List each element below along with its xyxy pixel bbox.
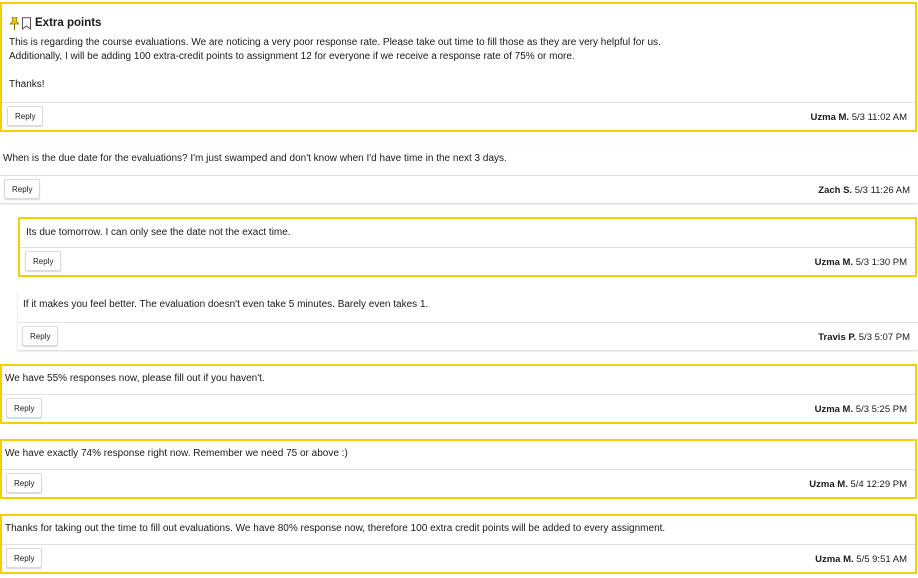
post-footer: Reply Uzma M. 5/3 11:02 AM xyxy=(2,102,915,130)
author-name: Travis P. xyxy=(818,332,857,343)
post-meta: Uzma M. 5/3 5:25 PM xyxy=(815,404,907,415)
post-footer: Reply Uzma M. 5/4 12:29 PM xyxy=(2,469,915,497)
pin-icon xyxy=(9,16,20,30)
post-timestamp: 5/4 12:29 PM xyxy=(850,479,907,490)
reply-button[interactable]: Reply xyxy=(4,179,41,199)
discussion-thread: Extra points This is regarding the cours… xyxy=(0,0,918,578)
reply-post: Its due tomorrow. I can only see the dat… xyxy=(18,217,917,277)
post-body: This is regarding the course evaluations… xyxy=(9,37,661,90)
post-title-row: Extra points xyxy=(9,15,907,31)
post-footer: Reply Travis P. 5/3 5:07 PM xyxy=(18,322,918,350)
post-meta: Travis P. 5/3 5:07 PM xyxy=(818,332,910,343)
post-timestamp: 5/5 9:51 AM xyxy=(856,554,907,565)
reply-button[interactable]: Reply xyxy=(25,251,62,271)
reply-button[interactable]: Reply xyxy=(6,473,43,493)
post-timestamp: 5/3 5:07 PM xyxy=(858,332,910,343)
post-meta: Uzma M. 5/3 11:02 AM xyxy=(811,112,907,123)
post-footer: Reply Zach S. 5/3 11:26 AM xyxy=(0,175,918,203)
bookmark-icon[interactable] xyxy=(21,16,32,30)
post-body: Thanks for taking out the time to fill o… xyxy=(5,523,666,534)
author-name: Uzma M. xyxy=(810,112,850,123)
post-footer: Reply Uzma M. 5/5 9:51 AM xyxy=(2,544,915,572)
post-body: We have exactly 74% response right now. … xyxy=(5,448,348,459)
post-timestamp: 5/3 11:02 AM xyxy=(851,112,907,123)
author-name: Uzma M. xyxy=(809,479,848,490)
post-meta: Uzma M. 5/5 9:51 AM xyxy=(815,554,907,565)
author-name: Uzma M. xyxy=(815,554,854,565)
post-title: Extra points xyxy=(35,17,102,29)
reply-button[interactable]: Reply xyxy=(7,106,44,126)
reply-post: When is the due date for the evaluations… xyxy=(0,145,918,203)
post-timestamp: 5/3 1:30 PM xyxy=(855,257,907,268)
original-post: Extra points This is regarding the cours… xyxy=(0,2,917,132)
post-body: When is the due date for the evaluations… xyxy=(3,153,507,164)
post-body: If it makes you feel better. The evaluat… xyxy=(23,299,429,310)
post-footer: Reply Uzma M. 5/3 5:25 PM xyxy=(2,394,915,422)
post-meta: Uzma M. 5/4 12:29 PM xyxy=(809,479,907,490)
author-name: Uzma M. xyxy=(814,257,854,268)
post-timestamp: 5/3 11:26 AM xyxy=(854,185,910,196)
author-name: Uzma M. xyxy=(814,404,854,415)
author-name: Zach S. xyxy=(818,185,853,196)
reply-post: We have 55% responses now, please fill o… xyxy=(0,364,917,424)
post-meta: Uzma M. 5/3 1:30 PM xyxy=(815,257,907,268)
post-timestamp: 5/3 5:25 PM xyxy=(855,404,907,415)
reply-button[interactable]: Reply xyxy=(6,398,43,418)
post-body: Its due tomorrow. I can only see the dat… xyxy=(26,227,291,238)
post-meta: Zach S. 5/3 11:26 AM xyxy=(818,185,910,196)
post-footer: Reply Uzma M. 5/3 1:30 PM xyxy=(20,247,915,275)
reply-button[interactable]: Reply xyxy=(22,326,59,346)
reply-button[interactable]: Reply xyxy=(6,548,43,568)
reply-post: We have exactly 74% response right now. … xyxy=(0,439,917,499)
reply-post: Thanks for taking out the time to fill o… xyxy=(0,514,917,574)
post-body: We have 55% responses now, please fill o… xyxy=(5,373,265,384)
reply-post: If it makes you feel better. The evaluat… xyxy=(18,291,918,350)
